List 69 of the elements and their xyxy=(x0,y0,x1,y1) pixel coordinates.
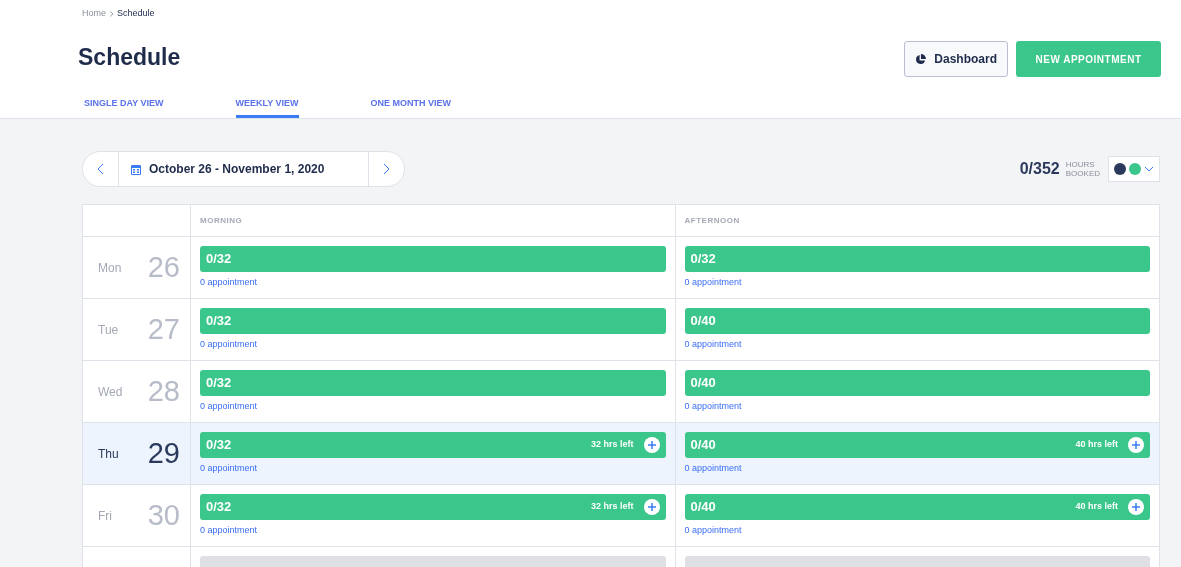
legend-dropdown[interactable] xyxy=(1108,156,1160,182)
date-number: 26 xyxy=(147,249,180,285)
new-appointment-button[interactable]: NEW APPOINTMENT xyxy=(1016,41,1161,77)
hours-count: 0/40 xyxy=(690,498,716,517)
breadcrumb-link[interactable]: Home xyxy=(82,7,106,21)
appointment-count[interactable]: 0 appointment xyxy=(200,524,666,536)
weekday-label: Mon xyxy=(98,259,122,277)
weekday-label: Wed xyxy=(98,383,123,401)
appointment-count[interactable]: 0 appointment xyxy=(200,462,666,474)
appointment-count[interactable]: 0 appointment xyxy=(200,338,666,350)
page-title: Schedule xyxy=(78,43,181,72)
hours-left: 40 hrs left xyxy=(1075,438,1118,452)
hours-booked-value: 0/352 xyxy=(1019,159,1060,179)
hours-count: 0/32 xyxy=(206,498,232,517)
capacity-bar[interactable]: 0/32 xyxy=(200,246,666,272)
booked-label: BOOKED xyxy=(1065,169,1100,178)
weekday-label: Thu xyxy=(98,445,119,463)
date-range: October 26 - November 1, 2020 xyxy=(149,161,325,178)
hours-count: 0/32 xyxy=(206,436,232,455)
hours-label: HOURS xyxy=(1065,160,1096,169)
hours-left: 32 hrs left xyxy=(590,438,634,452)
breadcrumb-current: Schedule xyxy=(117,7,155,20)
view-tab[interactable]: WEEKLY VIEW xyxy=(235,92,299,118)
chevron-down-icon xyxy=(1144,166,1154,172)
weekday-label: Fri xyxy=(98,507,112,525)
hours-count: 0/40 xyxy=(690,312,716,331)
hours-count: 0/32 xyxy=(206,250,232,269)
capacity-bar[interactable]: 0/40 xyxy=(684,308,1150,334)
hours-count: 0/40 xyxy=(690,436,716,455)
date-number: 29 xyxy=(147,435,180,471)
appointment-count[interactable]: 0 appointment xyxy=(684,400,1150,412)
column-header: AFTERNOON xyxy=(684,214,740,227)
calendar-icon xyxy=(131,163,141,175)
capacity-bar[interactable]: 0/32 xyxy=(200,308,666,334)
hours-count: 0/40 xyxy=(690,374,716,393)
capacity-bar[interactable]: 0/32 32 hrs left xyxy=(200,432,666,458)
add-icon[interactable] xyxy=(1128,437,1144,453)
capacity-bar[interactable]: 0/40 40 hrs left xyxy=(684,432,1150,458)
column-header: MORNING xyxy=(200,214,243,227)
hours-count: 0/32 xyxy=(690,250,716,269)
chevron-right-icon xyxy=(109,10,114,17)
capacity-bar[interactable]: 0/40 40 hrs left xyxy=(684,494,1150,520)
chevron-right-icon xyxy=(383,163,390,175)
capacity-bar[interactable]: 0/32 xyxy=(200,370,666,396)
date-number: 28 xyxy=(147,373,180,409)
capacity-bar[interactable]: 0/32 xyxy=(684,246,1150,272)
appointment-count[interactable]: 0 appointment xyxy=(684,524,1150,536)
capacity-bar[interactable]: 0/40 xyxy=(684,370,1150,396)
appointment-count[interactable]: 0 appointment xyxy=(200,400,666,412)
add-icon[interactable] xyxy=(643,499,660,515)
pie-chart-icon xyxy=(915,53,927,65)
dashboard-button[interactable]: Dashboard xyxy=(904,41,1008,77)
date-number: 27 xyxy=(147,311,180,347)
appointment-count[interactable]: 0 appointment xyxy=(200,276,666,288)
appointment-count[interactable]: 0 appointment xyxy=(684,462,1150,474)
hours-count: 0/32 xyxy=(206,374,232,393)
add-icon[interactable] xyxy=(1128,499,1144,515)
hours-left: 32 hrs left xyxy=(590,500,634,514)
view-tab[interactable]: SINGLE DAY VIEW xyxy=(84,92,164,118)
weekday-label: Tue xyxy=(98,321,119,339)
add-icon[interactable] xyxy=(643,437,660,453)
appointment-count[interactable]: 0 appointment xyxy=(684,276,1150,288)
capacity-bar[interactable]: 0/32 32 hrs left xyxy=(200,494,666,520)
chevron-left-icon xyxy=(97,163,104,175)
view-tab[interactable]: ONE MONTH VIEW xyxy=(370,92,452,118)
date-number: 30 xyxy=(147,497,180,533)
hours-count: 0/32 xyxy=(206,312,232,331)
hours-left: 40 hrs left xyxy=(1075,500,1118,514)
appointment-count[interactable]: 0 appointment xyxy=(684,338,1150,350)
